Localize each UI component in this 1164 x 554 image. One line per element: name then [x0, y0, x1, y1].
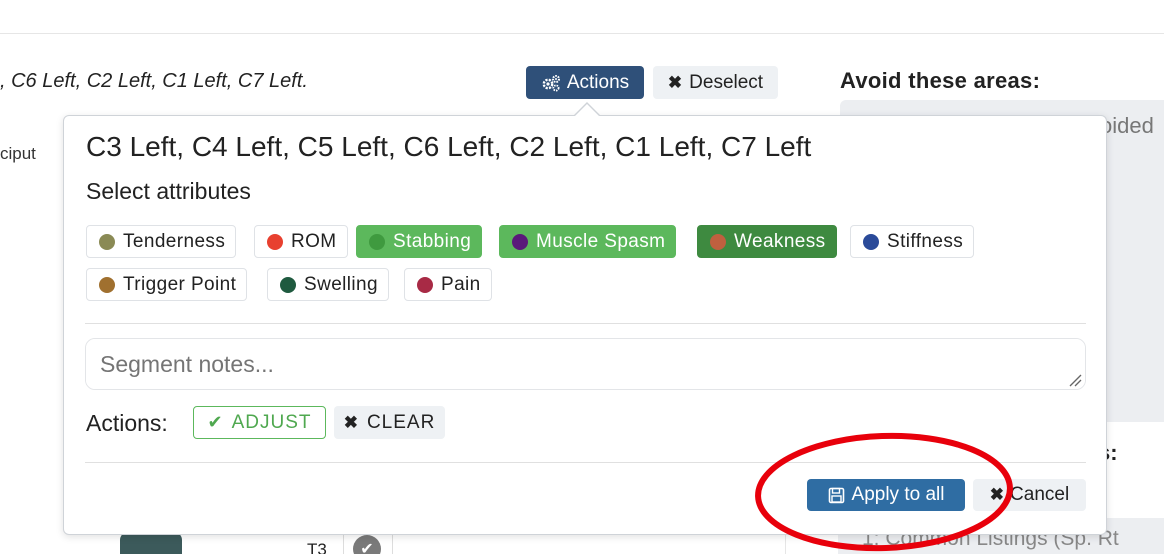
clear-button[interactable]: ✖ CLEAR: [334, 406, 445, 439]
segment-block[interactable]: [120, 532, 182, 554]
save-icon: [828, 487, 844, 503]
attribute-label: Trigger Point: [123, 273, 237, 295]
avoid-areas-heading: Avoid these areas:: [840, 68, 1041, 93]
adjust-button-label: ADJUST: [231, 411, 312, 433]
attribute-label: ROM: [291, 230, 337, 252]
dot-icon: [369, 233, 385, 250]
actions-button[interactable]: Actions: [526, 66, 644, 99]
attribute-label: Pain: [441, 273, 481, 295]
dot-icon: [280, 276, 296, 293]
dot-icon: [417, 276, 433, 293]
popover-divider: [85, 323, 1086, 324]
dot-icon: [99, 276, 115, 293]
header-divider: [0, 33, 1164, 34]
attribute-label: Tenderness: [123, 230, 226, 252]
attribute-trigger-point[interactable]: Trigger Point: [86, 268, 248, 301]
dot-icon: [267, 233, 283, 250]
popover-title: C3 Left, C4 Left, C5 Left, C6 Left, C2 L…: [86, 131, 812, 162]
cogs-icon: [542, 74, 560, 91]
attribute-label: Stabbing: [393, 230, 472, 252]
selected-segments-text: , C6 Left, C2 Left, C1 Left, C7 Left.: [0, 70, 308, 92]
attribute-label: Stiffness: [887, 230, 964, 252]
attribute-stabbing[interactable]: Stabbing: [356, 225, 483, 258]
popover-subtitle: Select attributes: [86, 178, 251, 204]
apply-to-all-button[interactable]: Apply to all: [807, 479, 965, 511]
occiput-label: ciput: [0, 144, 36, 163]
segment-notes-input[interactable]: [85, 338, 1086, 390]
actions-button-label: Actions: [566, 71, 630, 93]
times-icon: ✖: [989, 485, 1005, 504]
times-icon: ✖: [667, 72, 683, 92]
apply-to-all-label: Apply to all: [851, 484, 945, 505]
dot-icon: [512, 233, 528, 250]
attribute-label: Muscle Spasm: [536, 230, 666, 252]
popover-arrow-fill: [575, 104, 599, 116]
avoid-areas-text: oided: [1100, 113, 1154, 138]
attribute-tenderness[interactable]: Tenderness: [86, 225, 237, 258]
popover-footer-divider: [85, 462, 1086, 463]
attribute-label: Weakness: [734, 230, 826, 252]
cancel-button[interactable]: ✖ Cancel: [973, 479, 1086, 511]
cancel-button-label: Cancel: [1010, 484, 1070, 505]
attribute-rom[interactable]: ROM: [254, 225, 348, 258]
check-icon: ✔: [207, 412, 224, 432]
check-circle-icon[interactable]: ✔: [353, 535, 381, 554]
attribute-swelling[interactable]: Swelling: [267, 268, 389, 301]
attribute-label: Swelling: [304, 273, 378, 295]
deselect-button[interactable]: ✖ Deselect: [653, 66, 778, 99]
dot-icon: [99, 233, 115, 250]
dot-icon: [863, 233, 879, 250]
times-icon: ✖: [343, 412, 359, 432]
attribute-weakness[interactable]: Weakness: [697, 225, 837, 258]
clear-button-label: CLEAR: [366, 411, 436, 433]
actions-label: Actions:: [86, 410, 168, 436]
deselect-button-label: Deselect: [689, 71, 764, 93]
resize-grip-icon[interactable]: [1068, 373, 1082, 387]
adjust-button[interactable]: ✔ ADJUST: [193, 406, 326, 439]
attribute-pain[interactable]: Pain: [404, 268, 492, 301]
dot-icon: [710, 233, 726, 250]
attribute-stiffness[interactable]: Stiffness: [850, 225, 975, 258]
attribute-muscle-spasm[interactable]: Muscle Spasm: [499, 225, 677, 258]
row-label-t3: T3: [307, 540, 327, 554]
